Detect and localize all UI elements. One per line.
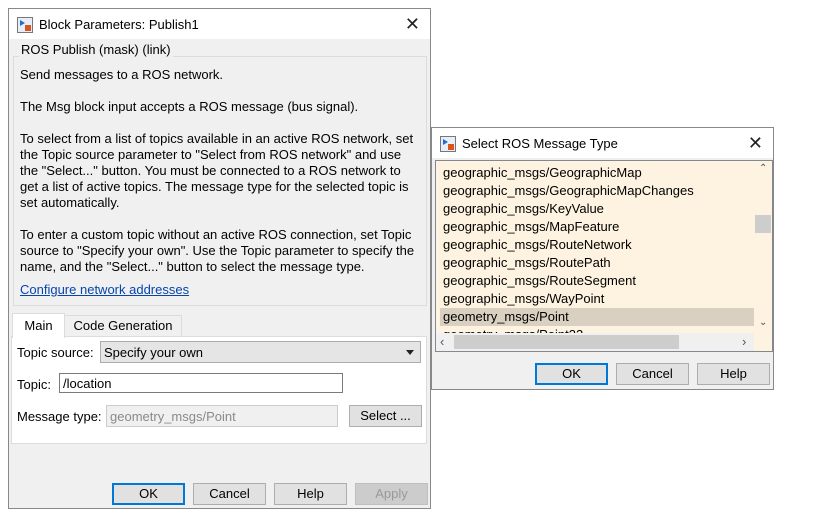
- list-item[interactable]: geographic_msgs/MapFeature: [440, 218, 756, 236]
- list-item[interactable]: geographic_msgs/GeographicMapChanges: [440, 182, 756, 200]
- dialog-title: Select ROS Message Type: [462, 136, 618, 151]
- list-item[interactable]: geographic_msgs/RoutePath: [440, 254, 756, 272]
- scrollbar-thumb[interactable]: [454, 335, 679, 349]
- horizontal-scrollbar[interactable]: ‹ ›: [436, 333, 754, 351]
- description-line: The Msg block input accepts a ROS messag…: [20, 99, 359, 114]
- topic-source-dropdown[interactable]: Specify your own: [100, 341, 421, 363]
- scroll-right-icon[interactable]: ›: [742, 334, 746, 349]
- cancel-button[interactable]: Cancel: [193, 483, 266, 505]
- list-item[interactable]: geographic_msgs/WayPoint: [440, 290, 756, 308]
- list-item[interactable]: geographic_msgs/RouteNetwork: [440, 236, 756, 254]
- configure-network-link[interactable]: Configure network addresses: [20, 282, 189, 297]
- close-icon[interactable]: ✕: [405, 14, 420, 35]
- list-item[interactable]: geographic_msgs/KeyValue: [440, 200, 756, 218]
- description-line: Send messages to a ROS network.: [20, 67, 224, 82]
- close-icon[interactable]: ✕: [748, 133, 763, 154]
- select-message-type-button[interactable]: Select ...: [349, 405, 422, 427]
- description-line: the Topic source parameter to "Select fr…: [20, 147, 402, 162]
- cancel-button[interactable]: Cancel: [616, 363, 689, 385]
- select-message-type-dialog: Select ROS Message Type ✕ geographic_msg…: [431, 127, 774, 390]
- tab-main-label: Main: [24, 318, 53, 333]
- list-item[interactable]: geographic_msgs/RouteSegment: [440, 272, 756, 290]
- description-line: source to "Specify your own". Use the To…: [20, 243, 415, 258]
- dialog-title: Block Parameters: Publish1: [39, 17, 199, 32]
- title-bar[interactable]: Block Parameters: Publish1 ✕: [9, 9, 430, 39]
- message-type-list[interactable]: geographic_msgs/GeographicMap geographic_…: [435, 160, 773, 352]
- help-button[interactable]: Help: [697, 363, 770, 385]
- tab-code-generation[interactable]: Code Generation: [64, 315, 182, 337]
- topic-label: Topic:: [17, 377, 51, 392]
- tab-main[interactable]: Main: [12, 313, 65, 338]
- description-line: To enter a custom topic without an activ…: [20, 227, 412, 242]
- tab-code-generation-label: Code Generation: [73, 318, 173, 333]
- list-item[interactable]: geographic_msgs/GeographicMap: [440, 164, 756, 182]
- message-type-value: geometry_msgs/Point: [110, 409, 236, 424]
- description-line: set automatically.: [20, 195, 120, 210]
- description-line: To select from a list of topics availabl…: [20, 131, 414, 146]
- simulink-block-icon: [440, 136, 456, 152]
- list-item[interactable]: geometry_msgs/Point: [440, 308, 756, 326]
- block-parameters-dialog: Block Parameters: Publish1 ✕ ROS Publish…: [8, 8, 431, 509]
- scroll-left-icon[interactable]: ‹: [440, 334, 444, 349]
- description-line: name, and the "Select..." button to sele…: [20, 259, 365, 274]
- chevron-down-icon: [406, 350, 414, 355]
- ok-button[interactable]: OK: [535, 363, 608, 385]
- scrollbar-thumb[interactable]: [755, 215, 771, 233]
- description-line: get a list of active topics. The message…: [20, 179, 409, 194]
- message-type-field: geometry_msgs/Point: [106, 405, 338, 427]
- topic-source-label: Topic source:: [17, 345, 94, 360]
- help-button[interactable]: Help: [274, 483, 347, 505]
- description-line: the "Select..." button. You must be conn…: [20, 163, 401, 178]
- topic-input[interactable]: [59, 373, 343, 393]
- simulink-block-icon: [17, 17, 33, 33]
- message-type-label: Message type:: [17, 409, 102, 424]
- topic-source-value: Specify your own: [104, 345, 203, 360]
- scroll-down-icon[interactable]: ⌄: [759, 317, 767, 328]
- apply-button: Apply: [355, 483, 428, 505]
- ok-button[interactable]: OK: [112, 483, 185, 505]
- group-title: ROS Publish (mask) (link): [19, 42, 173, 57]
- vertical-scrollbar[interactable]: ⌃ ⌄: [754, 161, 772, 333]
- scroll-up-icon[interactable]: ⌃: [759, 163, 767, 174]
- title-bar[interactable]: Select ROS Message Type ✕: [432, 128, 773, 158]
